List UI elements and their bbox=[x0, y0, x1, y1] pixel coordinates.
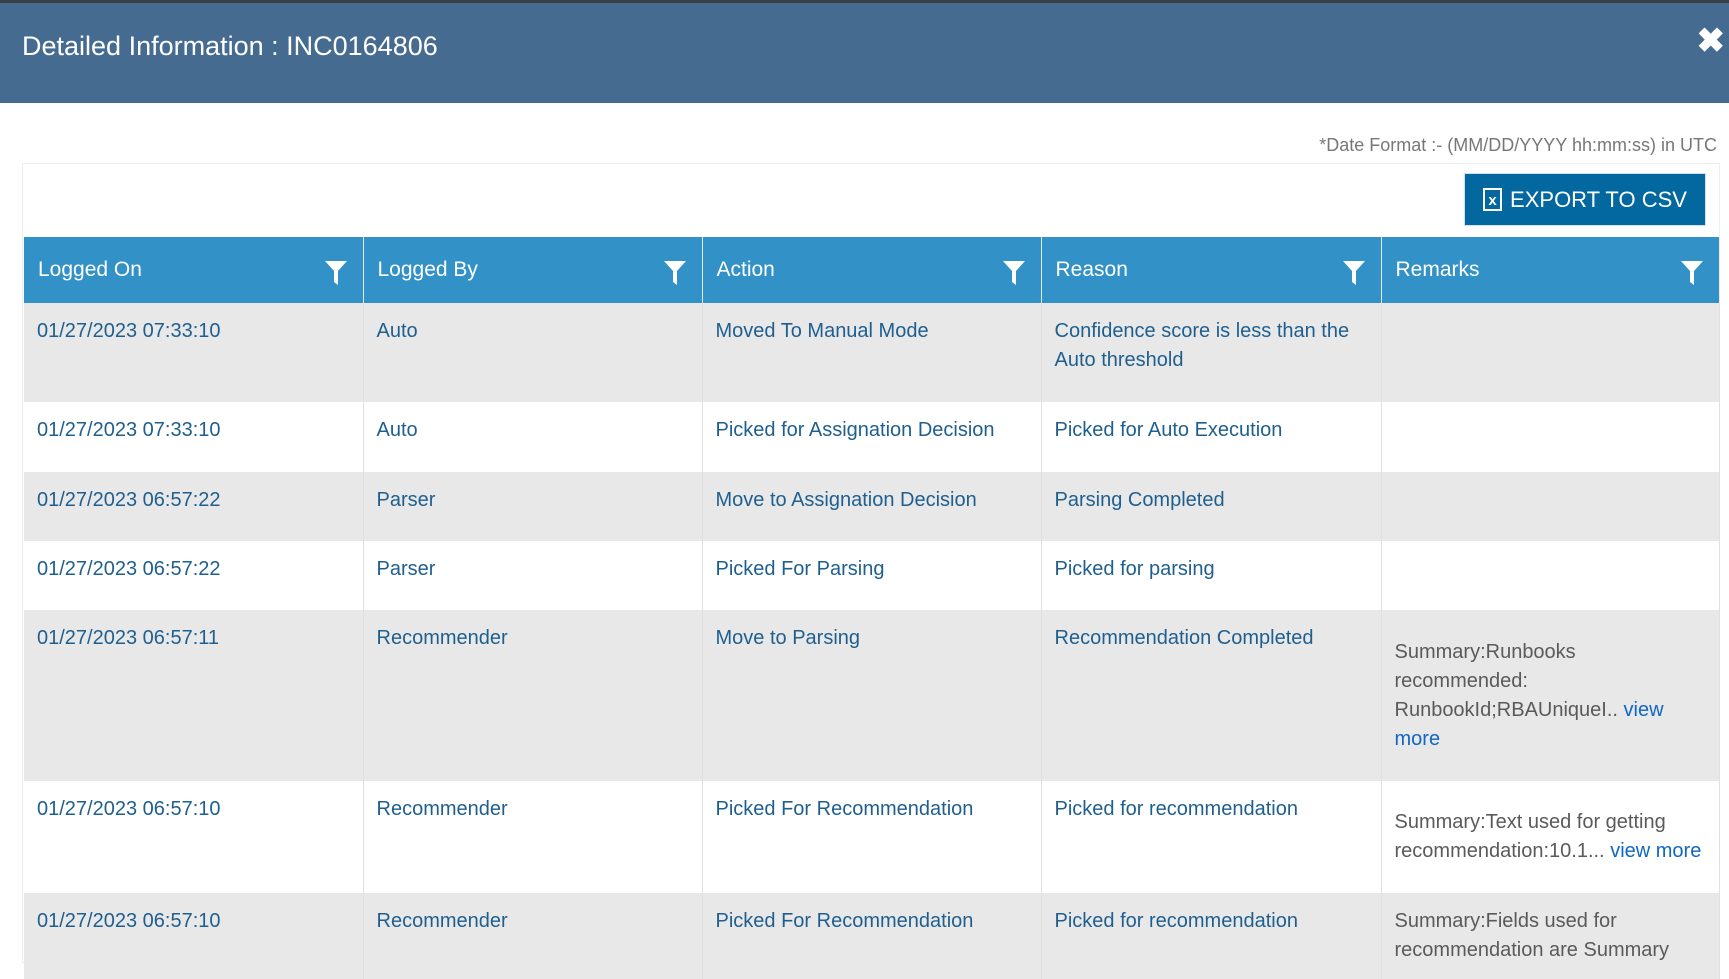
dialog-header: Detailed Information : INC0164806 ✖ bbox=[0, 0, 1729, 103]
cell-logged-on: 01/27/2023 06:57:22 bbox=[24, 541, 364, 610]
cell-logged-on: 01/27/2023 06:57:10 bbox=[24, 781, 364, 893]
cell-action: Move to Parsing bbox=[702, 610, 1042, 781]
cell-logged-on: 01/27/2023 06:57:22 bbox=[24, 472, 364, 541]
cell-remarks bbox=[1381, 303, 1720, 402]
export-to-csv-button[interactable]: x EXPORT TO CSV bbox=[1464, 173, 1706, 226]
cell-remarks bbox=[1381, 541, 1720, 610]
view-more-link[interactable]: view more bbox=[1610, 840, 1701, 862]
cell-remarks: Summary:Text used for getting recommenda… bbox=[1381, 781, 1720, 893]
column-header-action[interactable]: Action bbox=[702, 237, 1042, 303]
cell-logged-on: 01/27/2023 07:33:10 bbox=[24, 402, 364, 472]
cell-reason: Confidence score is less than the Auto t… bbox=[1041, 303, 1382, 402]
cell-logged-by: Auto bbox=[363, 303, 703, 402]
table-row: 01/27/2023 06:57:22 Parser Move to Assigna… bbox=[24, 472, 1720, 541]
column-label: Logged By bbox=[377, 258, 478, 281]
filter-icon[interactable] bbox=[1680, 261, 1703, 285]
filter-icon[interactable] bbox=[324, 261, 347, 285]
table-row: 01/27/2023 06:57:10 Recommender Picked For… bbox=[24, 893, 1720, 979]
cell-logged-by: Recommender bbox=[363, 781, 703, 893]
cell-action: Move to Assignation Decision bbox=[702, 472, 1042, 541]
cell-reason: Picked for recommendation bbox=[1041, 781, 1382, 893]
column-label: Logged On bbox=[38, 258, 142, 281]
column-header-remarks[interactable]: Remarks bbox=[1381, 237, 1720, 303]
excel-file-icon: x bbox=[1483, 188, 1503, 211]
cell-logged-on: 01/27/2023 06:57:11 bbox=[24, 610, 364, 781]
cell-logged-by: Recommender bbox=[363, 610, 703, 781]
column-header-reason[interactable]: Reason bbox=[1041, 237, 1382, 303]
cell-reason: Parsing Completed bbox=[1041, 472, 1382, 541]
date-format-note: *Date Format :- (MM/DD/YYYY hh:mm:ss) in… bbox=[1319, 135, 1717, 155]
remarks-text: Summary:Fields used for recommendation a… bbox=[1394, 910, 1670, 961]
cell-logged-by: Parser bbox=[363, 541, 703, 610]
cell-action: Picked For Parsing bbox=[702, 541, 1042, 610]
cell-action: Picked For Recommendation bbox=[702, 781, 1042, 893]
cell-remarks: Summary:Fields used for recommendation a… bbox=[1381, 893, 1720, 979]
filter-icon[interactable] bbox=[1342, 261, 1365, 285]
remarks-text: Summary:Runbooks recommended: RunbookId;… bbox=[1394, 640, 1624, 721]
cell-logged-by: Auto bbox=[363, 402, 703, 472]
cell-reason: Picked for recommendation bbox=[1041, 893, 1382, 979]
close-icon[interactable]: ✖ bbox=[1697, 21, 1726, 61]
filter-icon[interactable] bbox=[1002, 261, 1025, 285]
cell-reason: Recommendation Completed bbox=[1041, 610, 1382, 781]
cell-action: Picked for Assignation Decision bbox=[702, 402, 1042, 472]
cell-logged-by: Parser bbox=[363, 472, 703, 541]
cell-action: Moved To Manual Mode bbox=[702, 303, 1042, 402]
export-label: EXPORT TO CSV bbox=[1510, 186, 1687, 212]
cell-action: Picked For Recommendation bbox=[702, 893, 1042, 979]
cell-remarks bbox=[1381, 472, 1720, 541]
cell-reason: Picked for Auto Execution bbox=[1041, 402, 1382, 472]
column-label: Action bbox=[716, 258, 775, 281]
cell-remarks: Summary:Runbooks recommended: RunbookId;… bbox=[1381, 610, 1720, 781]
filter-icon[interactable] bbox=[663, 261, 686, 285]
cell-logged-on: 01/27/2023 07:33:10 bbox=[24, 303, 364, 402]
table-row: 01/27/2023 06:57:10 Recommender Picked For… bbox=[24, 781, 1720, 893]
table-row: 01/27/2023 07:33:10 Auto Moved To Manual M… bbox=[24, 303, 1720, 402]
cell-reason: Picked for parsing bbox=[1041, 541, 1382, 610]
column-header-logged-on[interactable]: Logged On bbox=[24, 237, 364, 303]
cell-logged-by: Recommender bbox=[363, 893, 703, 979]
table-row: 01/27/2023 07:33:10 Auto Picked for Assign… bbox=[24, 402, 1720, 472]
cell-remarks bbox=[1381, 402, 1720, 472]
table-row: 01/27/2023 06:57:11 Recommender Move to Pa… bbox=[24, 610, 1720, 781]
dialog-title: Detailed Information : INC0164806 bbox=[22, 31, 438, 61]
column-label: Reason bbox=[1055, 258, 1128, 281]
history-table: Logged On Logged By Action Reason Remarks 01… bbox=[24, 237, 1720, 979]
cell-logged-on: 01/27/2023 06:57:10 bbox=[24, 893, 364, 979]
table-row: 01/27/2023 06:57:22 Parser Picked For Pars… bbox=[24, 541, 1720, 610]
column-label: Remarks bbox=[1395, 258, 1480, 281]
column-header-logged-by[interactable]: Logged By bbox=[363, 237, 703, 303]
